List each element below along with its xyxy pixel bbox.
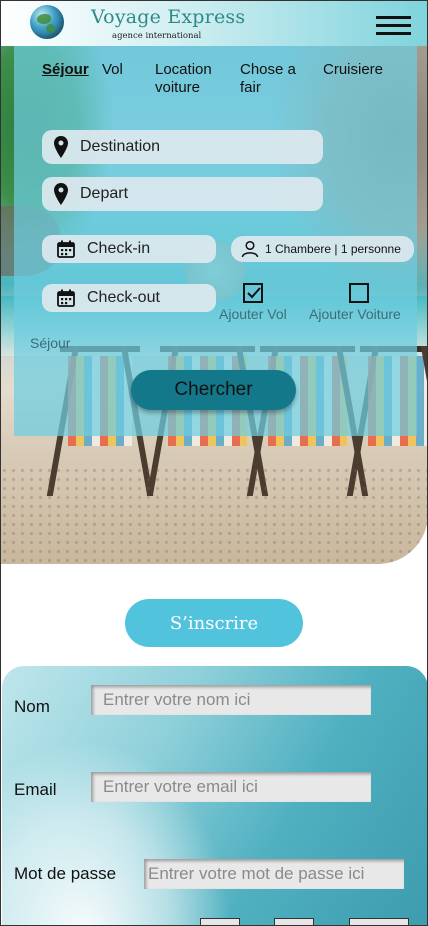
globe-logo-icon	[30, 5, 64, 39]
person-icon	[241, 240, 259, 258]
calendar-icon	[57, 289, 75, 307]
calendar-icon	[57, 240, 75, 258]
tab-location-voiture[interactable]: Location voiture	[155, 61, 225, 97]
signup-button[interactable]: S’inscrire	[125, 599, 303, 647]
search-button[interactable]: Chercher	[131, 370, 296, 410]
form-control-partial[interactable]	[349, 918, 409, 926]
email-input[interactable]	[91, 772, 371, 802]
add-car-checkbox[interactable]	[349, 283, 369, 303]
destination-placeholder: Destination	[80, 138, 161, 155]
location-pin-icon	[54, 183, 68, 205]
checkin-field[interactable]: Check-in	[42, 235, 216, 263]
location-pin-icon	[54, 136, 68, 158]
brand-title: Voyage Express	[91, 6, 246, 28]
depart-field[interactable]: Depart	[42, 177, 323, 211]
form-control-partial[interactable]	[200, 918, 240, 926]
add-car-label: Ajouter Voiture	[309, 306, 401, 322]
tab-sejour[interactable]: Séjour	[42, 61, 89, 79]
guests-value: 1 Chambere | 1 personne	[265, 242, 401, 256]
name-input[interactable]	[91, 685, 371, 715]
checkin-placeholder: Check-in	[87, 240, 151, 257]
password-label: Mot de passe	[14, 864, 117, 883]
hamburger-menu-icon[interactable]	[376, 16, 411, 36]
tab-cruisiere[interactable]: Cruisiere	[323, 61, 383, 79]
brand-tagline: agence international	[112, 31, 202, 41]
depart-placeholder: Depart	[80, 185, 129, 202]
email-label: Email	[14, 780, 57, 799]
guests-selector[interactable]: 1 Chambere | 1 personne	[231, 236, 414, 262]
add-flight-label: Ajouter Vol	[219, 306, 287, 322]
app-header: Voyage Express agence international	[0, 0, 428, 46]
mode-note: Séjour	[30, 335, 71, 351]
destination-field[interactable]: Destination	[42, 130, 323, 164]
tab-chose-a-fair[interactable]: Chose a fair	[240, 61, 310, 97]
name-label: Nom	[14, 697, 50, 716]
checkout-field[interactable]: Check-out	[42, 284, 216, 312]
add-flight-checkbox[interactable]	[243, 283, 263, 303]
checkout-placeholder: Check-out	[87, 289, 160, 306]
checkmark-icon	[247, 287, 261, 299]
password-input[interactable]	[144, 859, 404, 889]
form-control-partial[interactable]	[274, 918, 314, 926]
tab-vol[interactable]: Vol	[102, 61, 123, 79]
